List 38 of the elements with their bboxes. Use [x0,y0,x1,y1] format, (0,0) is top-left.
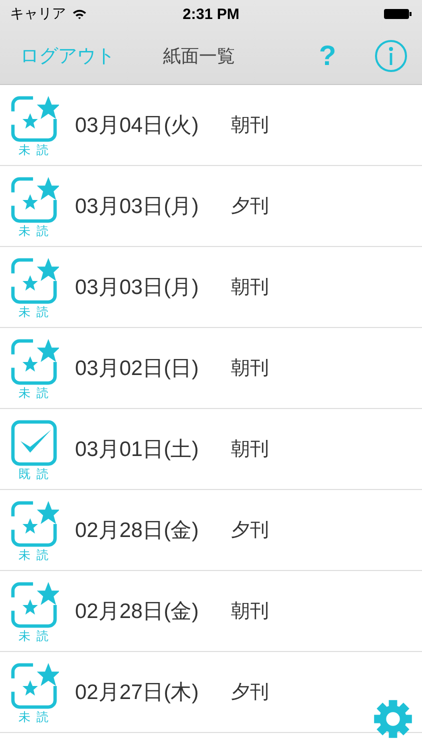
wifi-icon [72,8,87,20]
issue-date: 03月02日(日) [75,356,200,382]
issue-row[interactable]: 未 読 03月04日(火) 朝刊 [0,85,422,166]
read-status: 未 読 [18,708,50,726]
edition-label: 朝刊 [231,599,269,624]
issue-date: 03月03日(月) [75,275,200,301]
read-status: 既 読 [18,466,50,482]
read-status: 未 読 [18,384,50,402]
issue-date: 03月01日(土) [75,437,200,463]
issue-row[interactable]: 未 読 02月28日(金) 朝刊 [0,571,422,652]
issue-row[interactable]: 既 読 03月01日(土) 朝刊 [0,409,422,490]
edition-label: 朝刊 [231,356,269,381]
issue-row[interactable]: 未 読 03月02日(日) 朝刊 [0,328,422,409]
issue-row[interactable]: 未 読 03月03日(月) 夕刊 [0,166,422,247]
info-icon[interactable] [374,39,408,73]
edition-label: 夕刊 [231,518,269,543]
carrier-name: キャリア [10,5,66,23]
edition-label: 朝刊 [231,113,269,138]
issue-date: 02月28日(金) [75,518,200,544]
edition-label: 朝刊 [231,275,269,300]
issue-date: 02月27日(木) [75,680,200,706]
settings-icon[interactable] [372,698,414,740]
read-status: 未 読 [18,222,50,240]
read-status: 未 読 [18,546,50,564]
read-status: 未 読 [18,142,50,158]
edition-label: 夕刊 [231,680,269,705]
edition-label: 夕刊 [231,194,269,219]
issue-date: 03月03日(月) [75,194,200,220]
screen-title: 紙面一覧 [163,45,235,68]
issue-date: 03月04日(火) [75,113,200,139]
issue-date: 02月28日(金) [75,599,200,625]
battery-icon [384,8,412,20]
read-status: 未 読 [18,304,50,320]
issue-row[interactable]: 未 読 03月03日(月) 朝刊 [0,247,422,328]
edition-label: 朝刊 [231,437,269,462]
issue-row[interactable]: 未 読 02月28日(金) 夕刊 [0,490,422,571]
status-time: 2:31 PM [182,6,240,22]
read-status: 未 読 [18,628,50,644]
